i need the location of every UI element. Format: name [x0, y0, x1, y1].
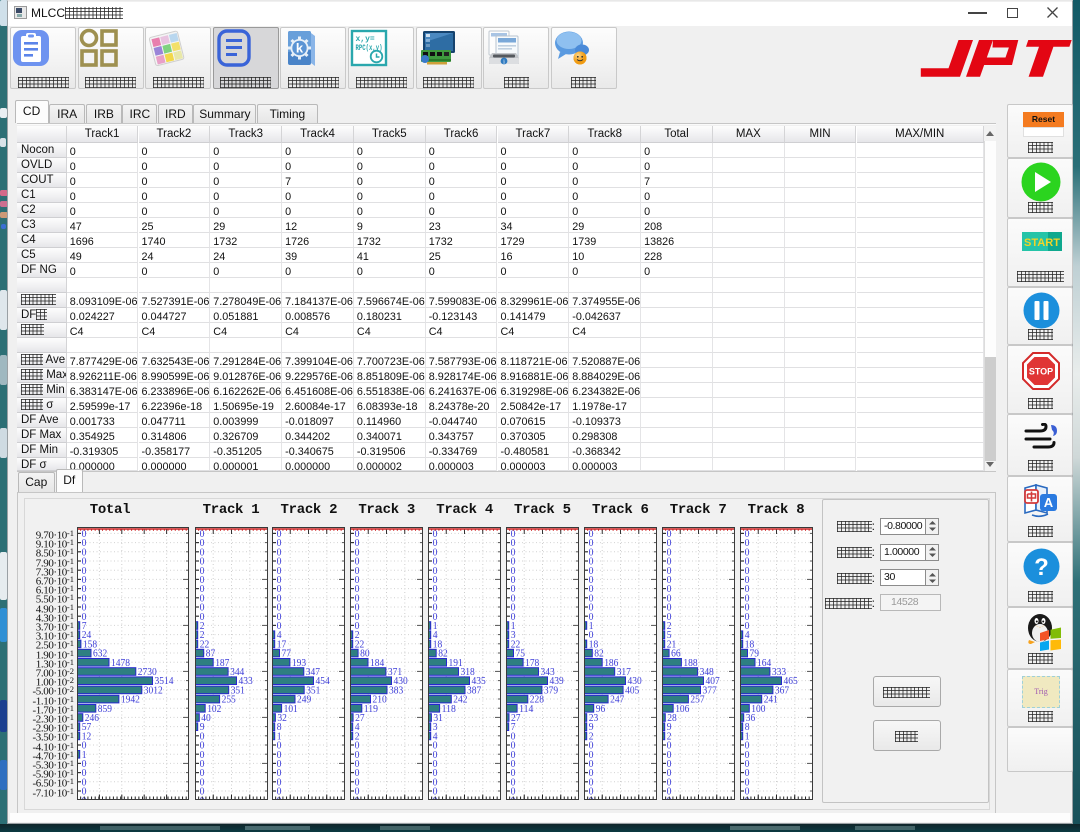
svg-text:1478: 1478 [111, 657, 130, 669]
svg-text:87: 87 [205, 648, 215, 660]
svg-text:387: 387 [467, 684, 482, 696]
svg-text:i: i [503, 59, 505, 66]
svg-text:?: ? [1034, 554, 1049, 581]
svg-text:178: 178 [525, 657, 540, 669]
svg-text:193: 193 [292, 657, 307, 669]
svg-text:187: 187 [215, 657, 230, 669]
svg-text:249: 249 [297, 694, 312, 706]
svg-text:77: 77 [282, 648, 292, 660]
svg-text:164: 164 [757, 657, 772, 669]
svg-text:k: k [296, 41, 304, 56]
svg-text:1942: 1942 [121, 694, 140, 706]
svg-text:A: A [1044, 495, 1054, 510]
svg-text:247: 247 [610, 694, 625, 706]
svg-text:188: 188 [683, 657, 698, 669]
svg-text:80: 80 [360, 648, 370, 660]
svg-text:257: 257 [690, 694, 705, 706]
svg-text:STOP: STOP [1029, 367, 1053, 377]
svg-text:114: 114 [519, 703, 534, 715]
svg-text:118: 118 [442, 703, 457, 715]
svg-text:241: 241 [763, 694, 777, 706]
svg-text:405: 405 [625, 684, 640, 696]
svg-text:119: 119 [364, 703, 379, 715]
svg-text:106: 106 [675, 703, 690, 715]
svg-text:82: 82 [438, 648, 448, 660]
svg-text:383: 383 [389, 684, 404, 696]
svg-text:START: START [1024, 237, 1060, 249]
svg-text:3012: 3012 [144, 684, 163, 696]
svg-text:377: 377 [702, 684, 717, 696]
svg-text:255: 255 [221, 694, 236, 706]
svg-text:184: 184 [370, 657, 385, 669]
svg-text:859: 859 [98, 703, 113, 715]
svg-text:379: 379 [544, 684, 559, 696]
svg-text:66: 66 [671, 648, 681, 660]
svg-text:82: 82 [594, 648, 604, 660]
svg-text:75: 75 [515, 648, 525, 660]
svg-text:x,y=: x,y= [356, 35, 375, 44]
svg-text:632: 632 [93, 648, 107, 660]
